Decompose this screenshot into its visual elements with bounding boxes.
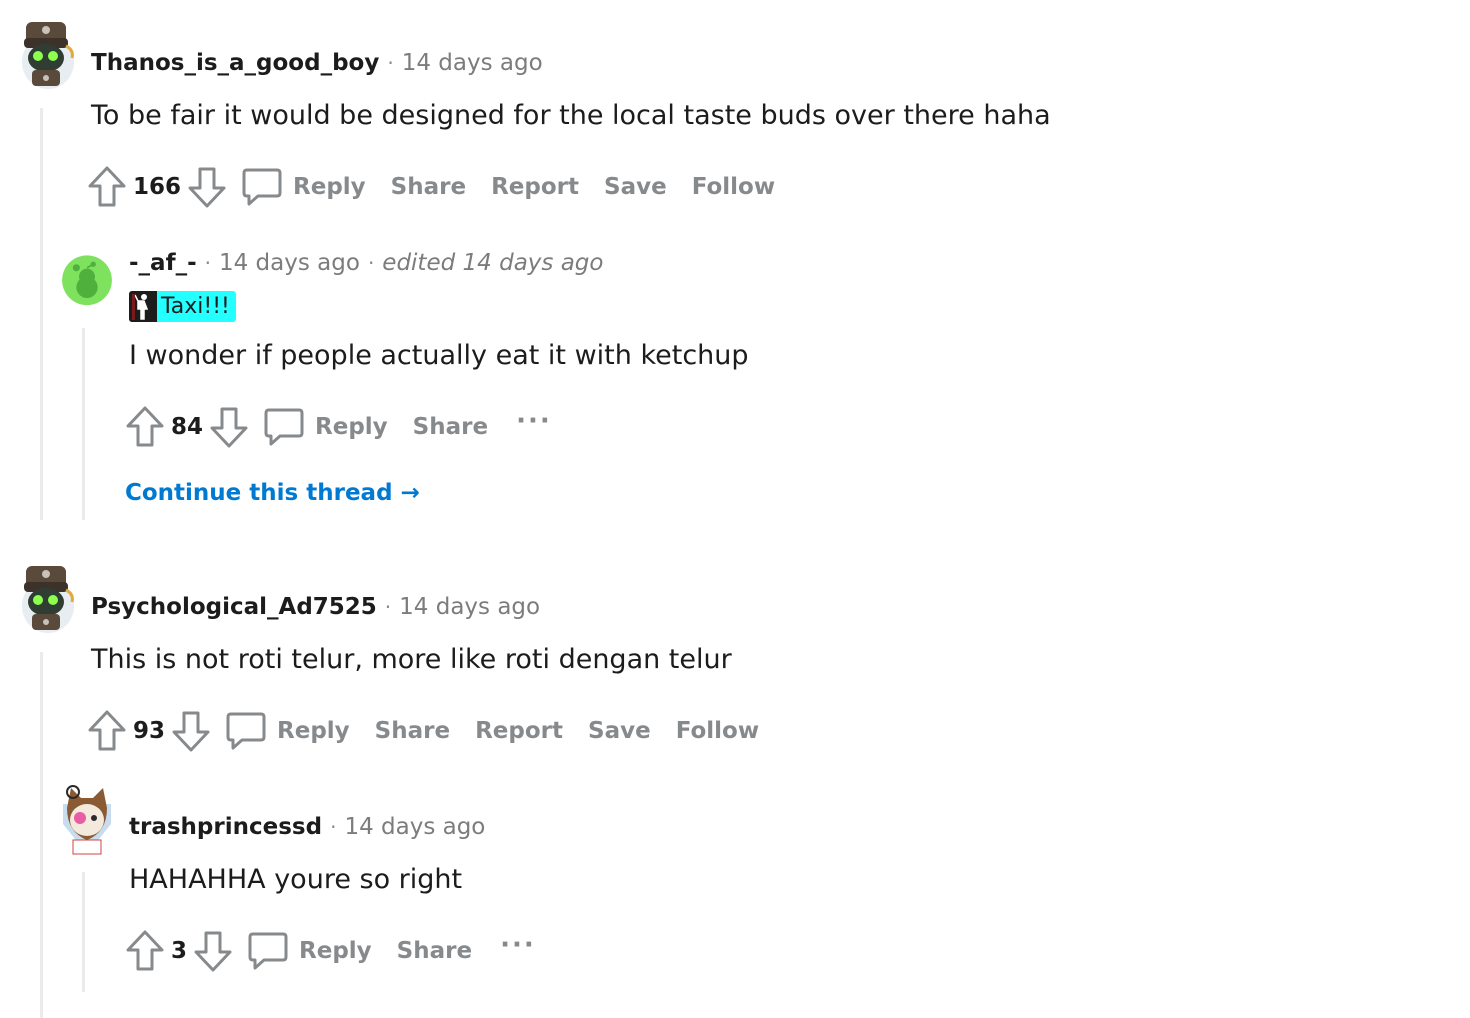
reply-button[interactable]: Reply	[247, 930, 372, 972]
vote-score: 93	[133, 718, 166, 744]
reply-label: Reply	[277, 718, 350, 744]
thread-line-top-level[interactable]	[40, 652, 43, 1018]
upvote-icon[interactable]	[87, 709, 127, 753]
comment-actions: 3 Reply Share ···	[125, 928, 536, 974]
vote-score: 3	[171, 938, 188, 964]
share-button[interactable]: Share	[413, 414, 488, 440]
comment-body: This is not roti telur, more like roti d…	[91, 644, 732, 675]
upvote-icon[interactable]	[87, 165, 127, 209]
reply-button[interactable]: Reply	[241, 166, 366, 208]
username-link[interactable]: trashprincessd	[129, 814, 322, 840]
comment-body: I wonder if people actually eat it with …	[129, 340, 749, 371]
comment-body: To be fair it would be designed for the …	[91, 100, 1051, 131]
comment-meta: Psychological_Ad7525 · 14 days ago	[91, 594, 540, 620]
share-button[interactable]: Share	[375, 718, 450, 744]
robot-avatar-icon[interactable]	[18, 18, 74, 90]
default-snoo-avatar-icon[interactable]	[59, 250, 115, 314]
meta-separator: ·	[204, 251, 211, 275]
vote-score: 166	[133, 174, 182, 200]
report-button[interactable]: Report	[475, 718, 563, 744]
share-button[interactable]: Share	[397, 938, 472, 964]
reply-label: Reply	[315, 414, 388, 440]
comment-bubble-icon	[263, 406, 305, 448]
username-link[interactable]: Psychological_Ad7525	[91, 594, 377, 620]
reply-label: Reply	[299, 938, 372, 964]
report-button[interactable]: Report	[491, 174, 579, 200]
comment-bubble-icon	[247, 930, 289, 972]
downvote-icon[interactable]	[171, 709, 211, 753]
username-link[interactable]: -_af_-	[129, 250, 197, 276]
vote-score: 84	[171, 414, 204, 440]
comment-actions: 166 Reply Share Report Save Follow	[87, 164, 775, 210]
cat-avatar-icon[interactable]	[59, 784, 115, 856]
timestamp[interactable]: 14 days ago	[402, 50, 543, 76]
follow-button[interactable]: Follow	[676, 718, 759, 744]
continue-thread-link[interactable]: Continue this thread →	[125, 480, 420, 506]
comment-bubble-icon	[225, 710, 267, 752]
meta-separator: ·	[387, 51, 394, 75]
flair-text: Taxi!!!	[161, 294, 230, 319]
save-button[interactable]: Save	[604, 174, 667, 200]
user-flair: Taxi!!!	[129, 291, 236, 322]
username-link[interactable]: Thanos_is_a_good_boy	[91, 50, 379, 76]
reply-label: Reply	[293, 174, 366, 200]
meta-separator: ·	[384, 595, 392, 619]
more-options-button[interactable]: ···	[516, 408, 552, 434]
comment-actions: 84 Reply Share ···	[125, 404, 552, 450]
taxi-flair-icon	[129, 291, 157, 322]
timestamp[interactable]: 14 days ago	[344, 814, 485, 840]
arrow-right-icon: →	[400, 480, 420, 506]
comment-bubble-icon	[241, 166, 283, 208]
timestamp[interactable]: 14 days ago	[399, 594, 540, 620]
comment-actions: 93 Reply Share Report Save Follow	[87, 708, 759, 754]
timestamp[interactable]: 14 days ago	[219, 250, 360, 276]
reply-button[interactable]: Reply	[263, 406, 388, 448]
thread-line-top-level[interactable]	[40, 108, 43, 520]
upvote-icon[interactable]	[125, 405, 165, 449]
continue-thread-label: Continue this thread	[125, 480, 393, 506]
comment-meta: Thanos_is_a_good_boy · 14 days ago	[91, 50, 543, 76]
thread-line-nested[interactable]	[82, 872, 85, 992]
follow-button[interactable]: Follow	[692, 174, 775, 200]
downvote-icon[interactable]	[193, 929, 233, 973]
more-options-button[interactable]: ···	[500, 932, 536, 958]
share-button[interactable]: Share	[391, 174, 466, 200]
downvote-icon[interactable]	[187, 165, 227, 209]
meta-separator: ·	[330, 815, 337, 839]
edited-label: edited 14 days ago	[382, 250, 604, 276]
downvote-icon[interactable]	[209, 405, 249, 449]
comment-meta: trashprincessd · 14 days ago	[129, 814, 485, 840]
robot-avatar-icon[interactable]	[18, 562, 74, 634]
save-button[interactable]: Save	[588, 718, 651, 744]
comment-meta: -_af_- · 14 days ago · edited 14 days ag…	[129, 250, 603, 276]
meta-separator: ·	[367, 251, 375, 275]
comment-body: HAHAHHA youre so right	[129, 864, 463, 895]
upvote-icon[interactable]	[125, 929, 165, 973]
thread-line-nested[interactable]	[82, 328, 85, 520]
reply-button[interactable]: Reply	[225, 710, 350, 752]
